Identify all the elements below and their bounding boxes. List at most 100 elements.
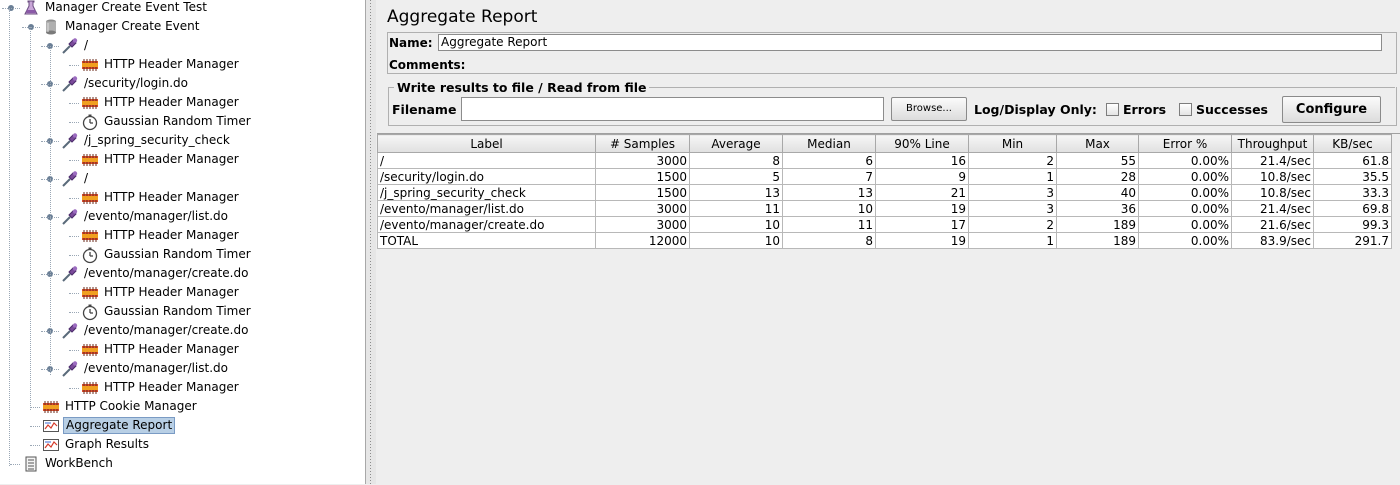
tree-node[interactable]: HTTP Header Manager	[81, 340, 241, 359]
table-row[interactable]: /evento/manager/create.do 3000 10 11 17 2 189 0…	[377, 216, 1392, 233]
table-cell: /j_spring_security_check	[377, 184, 596, 201]
tree-node[interactable]: HTTP Header Manager	[81, 226, 241, 245]
column-header[interactable]: Error %	[1138, 134, 1232, 153]
table-cell: 10	[782, 200, 876, 217]
tree-node[interactable]: /security/login.do	[61, 74, 190, 93]
tree-node[interactable]: /	[61, 36, 90, 55]
tree-node[interactable]: /evento/manager/create.do	[61, 264, 250, 283]
timer-icon	[81, 113, 99, 131]
tree-connector	[69, 122, 79, 123]
column-header[interactable]: Min	[968, 134, 1057, 153]
table-cell: 61.8	[1313, 152, 1392, 169]
tree-connector	[30, 445, 40, 446]
pipette-icon	[61, 265, 79, 283]
table-row[interactable]: TOTAL 12000 10 8 19 1 189 0.00% 83.9/sec 291.7	[377, 232, 1392, 249]
tree-node-label: /j_spring_security_check	[84, 133, 230, 147]
tree-node[interactable]: HTTP Header Manager	[81, 378, 241, 397]
listener-icon	[42, 417, 60, 435]
tree-node-label: Gaussian Random Timer	[104, 247, 251, 261]
tree-node[interactable]: Manager Create Event Test	[22, 0, 209, 17]
tree-connector	[69, 312, 79, 313]
table-cell: 35.5	[1313, 168, 1392, 185]
thread-group-icon	[42, 18, 60, 36]
tree-node-label: /evento/manager/list.do	[84, 209, 228, 223]
tree-connector	[9, 8, 10, 466]
name-input[interactable]: Aggregate Report	[438, 34, 1382, 51]
tree-node[interactable]: HTTP Header Manager	[81, 283, 241, 302]
table-cell: 0.00%	[1138, 184, 1232, 201]
table-cell: 1500	[595, 168, 690, 185]
results-table-area: Label # Samples Average Median 90% Line Min Ma…	[377, 133, 1400, 485]
table-cell: 1	[968, 168, 1057, 185]
tree-node[interactable]: HTTP Header Manager	[81, 188, 241, 207]
tree-node[interactable]: /j_spring_security_check	[61, 131, 232, 150]
tree-connector	[10, 464, 20, 465]
table-cell: 3000	[595, 152, 690, 169]
tree-connector	[30, 426, 40, 427]
timer-icon	[81, 303, 99, 321]
tree-node[interactable]: /	[61, 169, 90, 188]
table-cell: 11	[689, 200, 783, 217]
table-row[interactable]: /security/login.do 1500 5 7 9 1 28 0.00% 10.8/se…	[377, 168, 1392, 185]
config-element-icon	[81, 94, 99, 112]
tree-node[interactable]: Gaussian Random Timer	[81, 302, 253, 321]
tree-connector	[22, 27, 40, 28]
successes-checkbox[interactable]	[1179, 103, 1192, 116]
column-header[interactable]: Max	[1056, 134, 1139, 153]
tree-connector	[2, 8, 20, 9]
successes-label[interactable]: Successes	[1196, 102, 1268, 117]
tree-node[interactable]: /evento/manager/list.do	[61, 207, 230, 226]
config-element-icon	[81, 379, 99, 397]
tree-node[interactable]: HTTP Header Manager	[81, 55, 241, 74]
column-header[interactable]: Label	[377, 134, 596, 153]
tree-node[interactable]: Graph Results	[42, 435, 151, 454]
tree-node[interactable]: Aggregate Report	[42, 416, 176, 435]
tree-node[interactable]: HTTP Cookie Manager	[42, 397, 199, 416]
tree-node[interactable]: /evento/manager/list.do	[61, 359, 230, 378]
filename-input[interactable]	[461, 97, 884, 121]
split-pane-divider[interactable]	[366, 0, 376, 484]
table-row[interactable]: /evento/manager/list.do 3000 11 10 19 3 36 0.00…	[377, 200, 1392, 217]
tree-node[interactable]: Gaussian Random Timer	[81, 245, 253, 264]
column-header[interactable]: KB/sec	[1313, 134, 1392, 153]
table-header-row: Label # Samples Average Median 90% Line Min Ma…	[377, 134, 1392, 153]
tree-node[interactable]: Gaussian Random Timer	[81, 112, 253, 131]
errors-label[interactable]: Errors	[1123, 102, 1166, 117]
table-cell: 21.4/sec	[1231, 200, 1314, 217]
test-plan-tree[interactable]: Manager Create Event Test Manager Create …	[0, 0, 366, 484]
table-cell: 2	[968, 152, 1057, 169]
table-row[interactable]: /j_spring_security_check 1500 13 13 21 3 40 0.0…	[377, 184, 1392, 201]
tree-node-label: /security/login.do	[84, 76, 189, 90]
tree-node[interactable]: /evento/manager/create.do	[61, 321, 250, 340]
tree-node[interactable]: WorkBench	[22, 454, 115, 473]
browse-button[interactable]: Browse...	[891, 97, 967, 121]
table-row[interactable]: /3000 8 6 16 2 55 0.00% 21.4/sec 61.8	[377, 152, 1392, 169]
tree-node-label: WorkBench	[45, 456, 113, 470]
config-element-icon	[81, 56, 99, 74]
table-cell: 19	[875, 232, 969, 249]
table-cell: 99.3	[1313, 216, 1392, 233]
configure-button[interactable]: Configure	[1282, 96, 1381, 123]
column-header[interactable]: # Samples	[595, 134, 690, 153]
pipette-icon	[61, 322, 79, 340]
tree-node[interactable]: HTTP Header Manager	[81, 93, 241, 112]
aggregate-report-panel: Aggregate Report Name: Aggregate Report …	[377, 0, 1400, 485]
table-cell: 10	[689, 216, 783, 233]
tree-node[interactable]: HTTP Header Manager	[81, 150, 241, 169]
errors-checkbox[interactable]	[1106, 103, 1119, 116]
tree-node-label: HTTP Cookie Manager	[65, 399, 197, 413]
tree-node[interactable]: Manager Create Event	[42, 17, 201, 36]
config-element-icon	[81, 189, 99, 207]
pipette-icon	[61, 37, 79, 55]
table-cell: 0.00%	[1138, 152, 1232, 169]
column-header[interactable]: 90% Line	[875, 134, 969, 153]
table-cell: 7	[782, 168, 876, 185]
pipette-icon	[61, 208, 79, 226]
column-header[interactable]: Average	[689, 134, 783, 153]
timer-icon	[81, 246, 99, 264]
column-header[interactable]: Median	[782, 134, 876, 153]
table-cell: 0.00%	[1138, 168, 1232, 185]
column-header[interactable]: Throughput	[1231, 134, 1314, 153]
tree-node-label: /	[84, 38, 89, 52]
tree-node-label: HTTP Header Manager	[104, 228, 239, 242]
